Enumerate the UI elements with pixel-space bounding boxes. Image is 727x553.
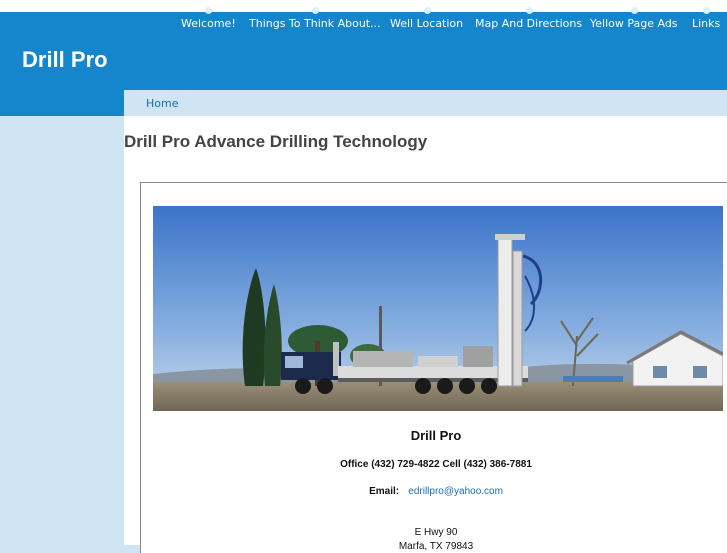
- site-title[interactable]: Drill Pro: [22, 47, 108, 73]
- breadcrumb: Home: [124, 90, 707, 116]
- drilling-rig-photo: [153, 206, 723, 411]
- main-content: Drill Pro Advance Drilling Technology Dr…: [124, 116, 727, 553]
- address-line-1: E Hwy 90: [414, 527, 458, 538]
- nav-label: Links: [692, 17, 721, 30]
- nav-item-map-and-directions[interactable]: Map And Directions: [475, 5, 583, 30]
- address-line-2: Marfa, TX 79843: [398, 541, 474, 552]
- company-name: Drill Pro: [410, 428, 462, 443]
- content-box: Drill Pro Office (432) 729-4822 Cell (43…: [140, 182, 727, 553]
- breadcrumb-home-link[interactable]: Home: [146, 97, 178, 110]
- page-title: Drill Pro Advance Drilling Technology: [124, 132, 428, 151]
- nav-label: Yellow Page Ads: [590, 17, 678, 30]
- email-link[interactable]: edrillpro@yahoo.com: [408, 486, 503, 497]
- nav-label: Things To Think About...: [249, 17, 381, 30]
- nav-item-links[interactable]: Links: [692, 5, 721, 30]
- nav-label: Well Location: [390, 17, 464, 30]
- email-line: Email: edrillpro@yahoo.com: [141, 486, 727, 497]
- top-strip: [0, 0, 727, 12]
- nav-item-things-to-think-about[interactable]: Things To Think About...: [249, 5, 381, 30]
- nav-label: Map And Directions: [475, 17, 583, 30]
- nav-label: Welcome!: [181, 17, 236, 30]
- main-nav: Welcome! Things To Think About... Well L…: [0, 5, 727, 37]
- phone-numbers: Office (432) 729-4822 Cell (432) 386-788…: [340, 459, 532, 470]
- nav-item-yellow-page-ads[interactable]: Yellow Page Ads: [590, 5, 678, 30]
- email-label: Email:: [369, 486, 400, 497]
- nav-item-well-location[interactable]: Well Location: [390, 5, 464, 30]
- nav-item-welcome[interactable]: Welcome!: [181, 5, 236, 30]
